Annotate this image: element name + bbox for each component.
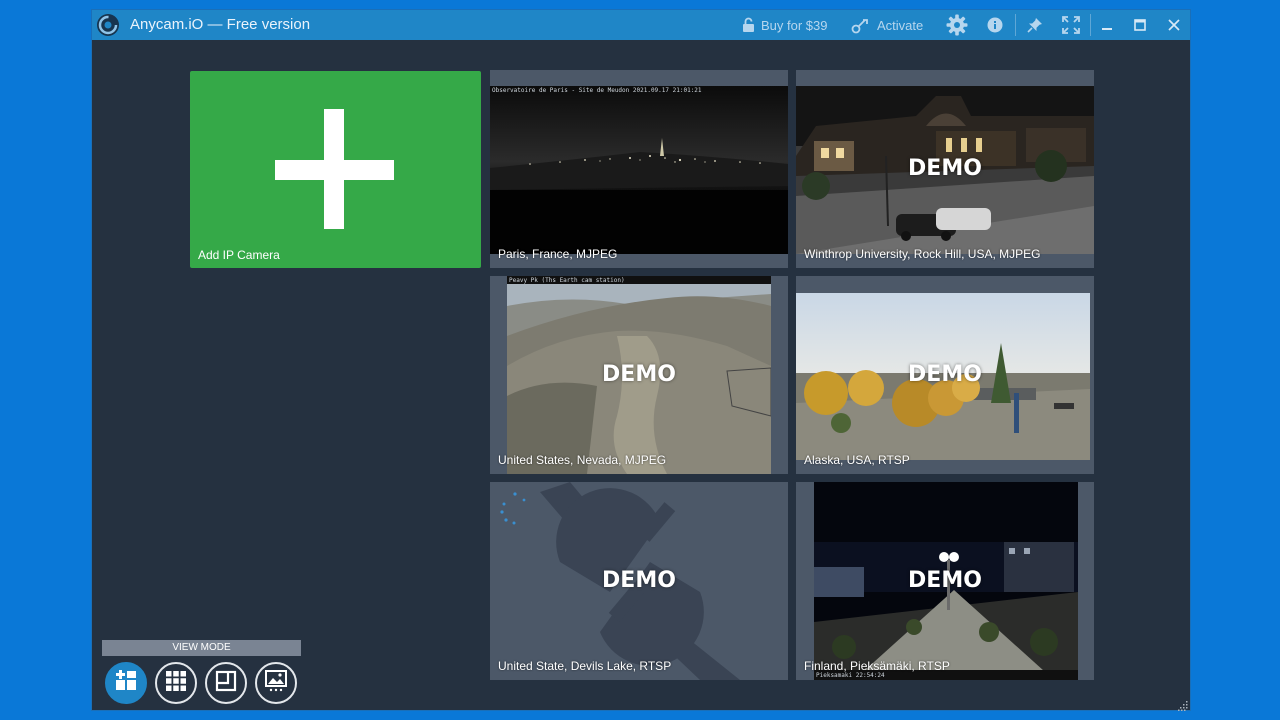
loading-spinner-icon: [500, 492, 530, 526]
camera-tile-paris[interactable]: Observatoire de Paris - Site de Meudon 2…: [490, 70, 788, 268]
toolbar-separator: [1090, 14, 1091, 36]
settings-button[interactable]: [946, 10, 968, 40]
pin-icon: [1027, 17, 1043, 33]
demo-watermark: DEMO: [602, 362, 676, 387]
camera-osd-text: Pieksamaki 22:54:24: [816, 672, 885, 679]
camera-osd-text: Observatoire de Paris - Site de Meudon 2…: [492, 87, 702, 94]
pin-button[interactable]: [1027, 10, 1043, 40]
add-grid-view-button[interactable]: [105, 662, 147, 704]
gear-icon: [946, 14, 968, 36]
info-icon: [987, 17, 1003, 33]
fullscreen-button[interactable]: [1062, 10, 1080, 40]
title-bar[interactable]: Anycam.iO — Free version Buy for $39 Act…: [92, 10, 1190, 40]
maximize-icon: [1134, 19, 1146, 31]
close-button[interactable]: [1168, 10, 1180, 40]
add-ip-camera-tile[interactable]: Add IP Camera: [190, 71, 481, 268]
camera-caption: United State, Devils Lake, RTSP: [498, 659, 672, 673]
resize-grip-icon[interactable]: [1178, 698, 1188, 711]
app-window: Anycam.iO — Free version Buy for $39 Act…: [91, 9, 1191, 711]
camera-tile-alaska[interactable]: DEMO Alaska, USA, RTSP: [796, 276, 1094, 474]
view-mode-label: VIEW MODE: [102, 640, 301, 656]
camera-feed-image: Observatoire de Paris - Site de Meudon 2…: [490, 86, 788, 254]
demo-watermark: DEMO: [908, 362, 982, 387]
activate-label: Activate: [877, 17, 924, 33]
minimize-icon: [1101, 19, 1113, 31]
camera-caption: Winthrop University, Rock Hill, USA, MJP…: [804, 247, 1041, 261]
buy-label: Buy for $39: [761, 17, 828, 33]
camera-tile-devils-lake[interactable]: DEMO United State, Devils Lake, RTSP: [490, 482, 788, 680]
fullscreen-icon: [1062, 16, 1080, 34]
maximize-button[interactable]: [1134, 10, 1146, 40]
info-button[interactable]: [987, 10, 1003, 40]
gallery-icon: [264, 669, 288, 698]
single-view-button[interactable]: [205, 662, 247, 704]
close-icon: [1168, 19, 1180, 31]
add-grid-icon: [114, 669, 138, 698]
anycam-logo-icon: [96, 13, 120, 37]
window-title: Anycam.iO — Free version: [130, 16, 311, 33]
gallery-view-button[interactable]: [255, 662, 297, 704]
buy-button[interactable]: Buy for $39: [742, 10, 828, 40]
camera-caption: United States, Nevada, MJPEG: [498, 453, 667, 467]
lock-icon: [742, 17, 755, 33]
grid-view-button[interactable]: [155, 662, 197, 704]
single-view-icon: [215, 670, 237, 697]
camera-caption: Alaska, USA, RTSP: [804, 453, 910, 467]
add-camera-label: Add IP Camera: [198, 248, 280, 262]
camera-osd-text: Peavy Pk (Ths Earth cam station): [509, 277, 625, 284]
activate-button[interactable]: Activate: [851, 10, 923, 40]
demo-watermark: DEMO: [908, 156, 982, 181]
camera-tile-nevada[interactable]: Peavy Pk (Ths Earth cam station) DEMO Un…: [490, 276, 788, 474]
toolbar-separator: [1015, 14, 1016, 36]
camera-tile-finland[interactable]: Pieksamaki 22:54:24 DEMO Finland, Pieksä…: [796, 482, 1094, 680]
grid-icon: [165, 670, 187, 697]
minimize-button[interactable]: [1101, 10, 1113, 40]
activate-key-icon: [851, 16, 871, 34]
camera-tile-winthrop[interactable]: DEMO Winthrop University, Rock Hill, USA…: [796, 70, 1094, 268]
camera-caption: Finland, Pieksämäki, RTSP: [804, 659, 950, 673]
demo-watermark: DEMO: [908, 568, 982, 593]
camera-caption: Paris, France, MJPEG: [498, 247, 618, 261]
demo-watermark: DEMO: [602, 568, 676, 593]
